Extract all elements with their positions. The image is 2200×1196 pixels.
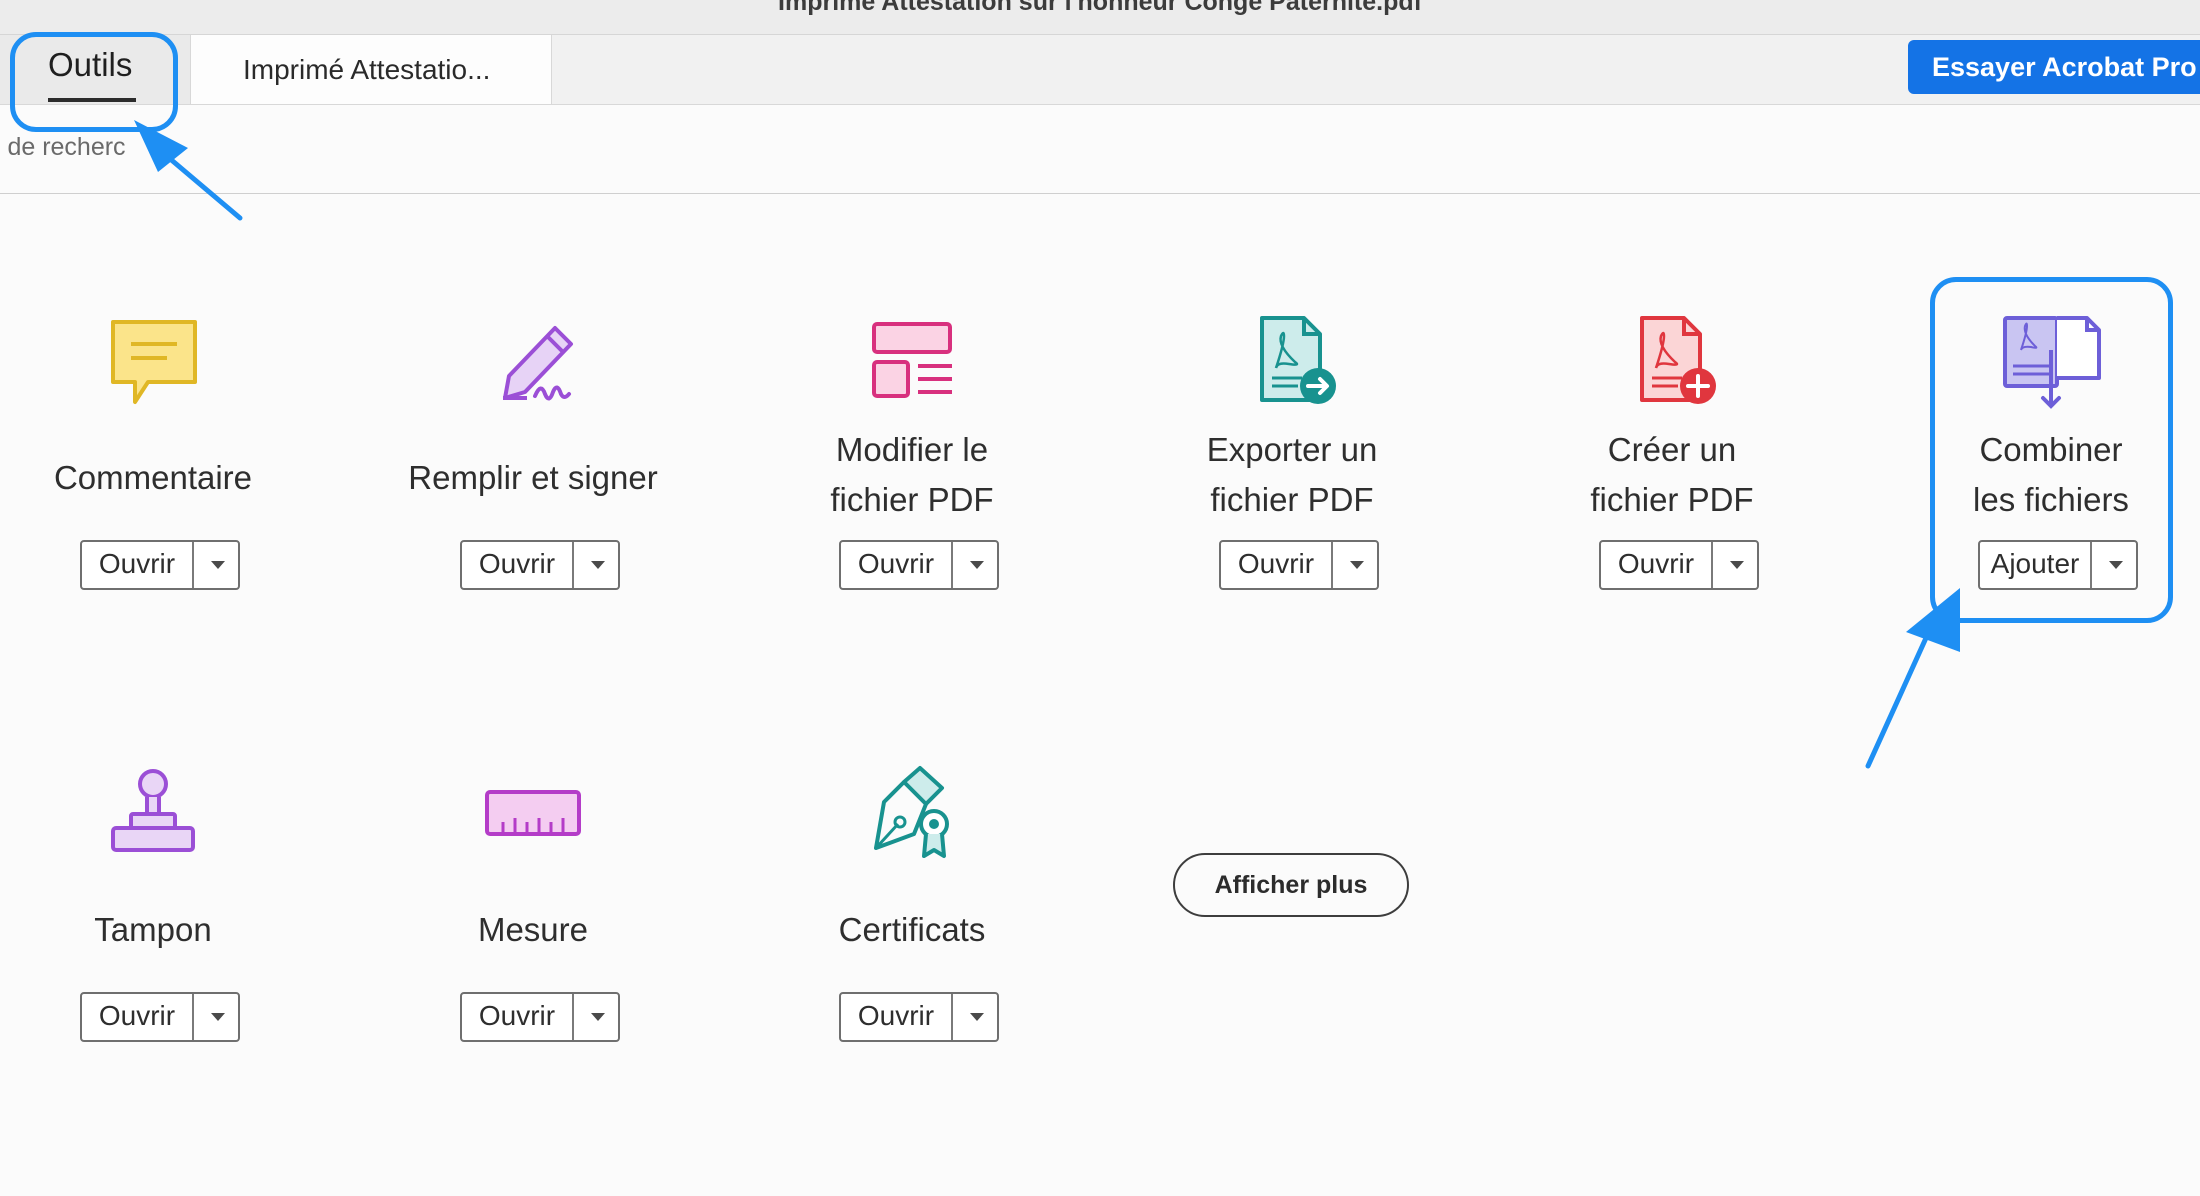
tool-measure-open-label[interactable]: Ouvrir xyxy=(462,994,574,1040)
tool-comment-open-label[interactable]: Ouvrir xyxy=(82,542,194,588)
tool-certificates-name: Certificats xyxy=(838,911,986,948)
tool-edit-pdf-open-button[interactable]: Ouvrir xyxy=(839,540,999,590)
tool-measure-name: Mesure xyxy=(477,911,589,948)
tool-edit-pdf-name-2: fichier PDF xyxy=(830,481,994,518)
chevron-down-icon[interactable] xyxy=(574,994,618,1040)
chevron-down-icon[interactable] xyxy=(953,542,997,588)
tool-create-pdf-name-1: Créer un xyxy=(1607,431,1737,468)
comment-icon xyxy=(0,310,333,420)
edit-pdf-icon xyxy=(732,310,1092,420)
chevron-down-icon[interactable] xyxy=(1333,542,1377,588)
tool-stamp-open-label[interactable]: Ouvrir xyxy=(82,994,194,1040)
tool-fill-sign-open-label[interactable]: Ouvrir xyxy=(462,542,574,588)
tab-document-label: Imprimé Attestatio... xyxy=(243,54,491,85)
tool-create-pdf-open-label[interactable]: Ouvrir xyxy=(1601,542,1713,588)
tool-fill-sign-name: Remplir et signer xyxy=(408,459,658,496)
chevron-down-icon[interactable] xyxy=(574,542,618,588)
window-title: Imprimé Attestation sur l'honneur Congé … xyxy=(778,0,1422,16)
try-acrobat-pro-button[interactable]: Essayer Acrobat Pro xyxy=(1908,40,2200,94)
tool-create-pdf-name-2: fichier PDF xyxy=(1590,481,1754,518)
certificates-icon xyxy=(732,762,1092,872)
tool-export-pdf-name-2: fichier PDF xyxy=(1210,481,1374,518)
chevron-down-icon[interactable] xyxy=(194,994,238,1040)
tool-create-pdf-open-button[interactable]: Ouvrir xyxy=(1599,540,1759,590)
tool-stamp-open-button[interactable]: Ouvrir xyxy=(80,992,240,1042)
create-pdf-icon xyxy=(1492,310,1852,420)
window-titlebar: Imprimé Attestation sur l'honneur Congé … xyxy=(0,0,2200,35)
show-more-button[interactable]: Afficher plus xyxy=(1173,853,1409,917)
measure-icon xyxy=(353,762,713,872)
tool-export-pdf-name-1: Exporter un xyxy=(1206,431,1378,468)
chevron-down-icon[interactable] xyxy=(194,542,238,588)
tool-edit-pdf-open-label[interactable]: Ouvrir xyxy=(841,542,953,588)
tool-fill-sign-open-button[interactable]: Ouvrir xyxy=(460,540,620,590)
search-row: s de recherc xyxy=(0,105,2200,194)
chevron-down-icon[interactable] xyxy=(1713,542,1757,588)
tab-document[interactable]: Imprimé Attestatio... xyxy=(190,35,552,104)
annotation-highlight-tools-tab xyxy=(10,32,178,132)
tool-comment-open-button[interactable]: Ouvrir xyxy=(80,540,240,590)
tool-edit-pdf-name-1: Modifier le xyxy=(835,431,989,468)
fill-sign-icon xyxy=(353,310,713,420)
tab-bar: Outils Imprimé Attestatio... Essayer Acr… xyxy=(0,35,2200,105)
stamp-icon xyxy=(0,762,333,872)
tool-export-pdf-open-button[interactable]: Ouvrir xyxy=(1219,540,1379,590)
tool-measure-open-button[interactable]: Ouvrir xyxy=(460,992,620,1042)
tool-comment-name: Commentaire xyxy=(53,459,253,496)
tool-stamp-name: Tampon xyxy=(94,911,212,948)
tool-export-pdf-open-label[interactable]: Ouvrir xyxy=(1221,542,1333,588)
export-pdf-icon xyxy=(1112,310,1472,420)
tool-certificates-open-button[interactable]: Ouvrir xyxy=(839,992,999,1042)
tool-certificates-open-label[interactable]: Ouvrir xyxy=(841,994,953,1040)
annotation-highlight-combine-files xyxy=(1930,277,2173,623)
search-input[interactable]: s de recherc xyxy=(0,133,126,162)
chevron-down-icon[interactable] xyxy=(953,994,997,1040)
